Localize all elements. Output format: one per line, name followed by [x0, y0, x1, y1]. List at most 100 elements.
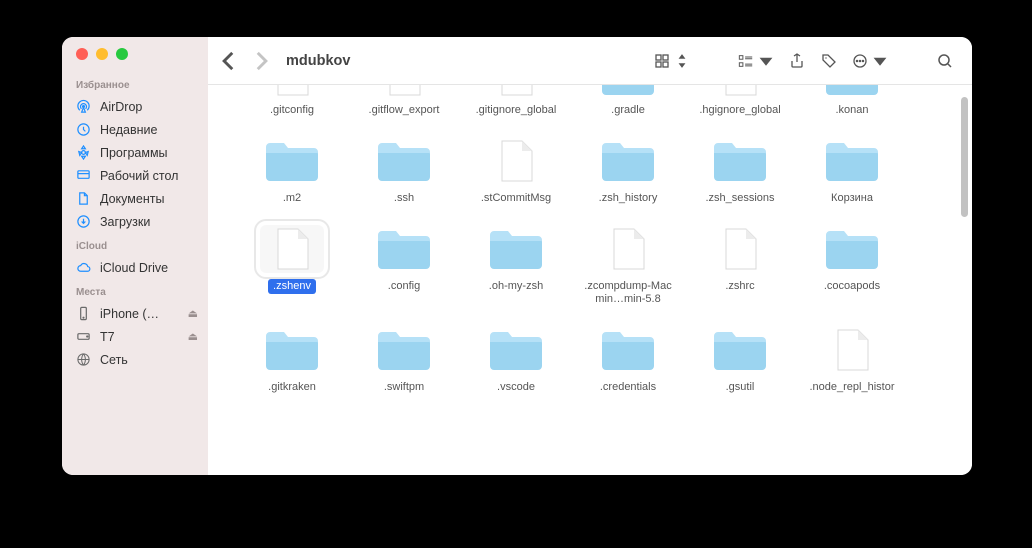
toolbar: mdubkov	[208, 37, 972, 85]
item-label: .konan	[830, 103, 873, 119]
minimize-button[interactable]	[96, 48, 108, 60]
file-item[interactable]: .zcompdump-Mac min…min-5.8	[572, 225, 684, 309]
sidebar-item-label: Рабочий стол	[100, 169, 198, 183]
back-button[interactable]	[216, 48, 242, 74]
file-grid: .gitconfig .gitflow_export .gitignore_glob…	[208, 85, 972, 406]
file-grid-container: .gitconfig .gitflow_export .gitignore_glob…	[208, 85, 972, 475]
sidebar-section-label: Избранное	[62, 72, 208, 95]
item-label: .gitflow_export	[364, 103, 445, 119]
tag-icon[interactable]	[816, 48, 842, 74]
sidebar-item-label: Программы	[100, 146, 198, 160]
eject-icon[interactable]: ⏏	[188, 330, 198, 343]
sidebar-item[interactable]: AirDrop	[62, 95, 208, 118]
item-label: .swiftpm	[379, 380, 429, 396]
file-item[interactable]: .zshrc	[684, 225, 796, 309]
window-controls	[62, 48, 208, 72]
file-item[interactable]: .stCommitMsg	[460, 137, 572, 207]
folder-item[interactable]: Корзина	[796, 137, 908, 207]
folder-icon	[260, 326, 324, 374]
fullscreen-button[interactable]	[116, 48, 128, 60]
folder-item[interactable]: .ssh	[348, 137, 460, 207]
scrollbar-thumb[interactable]	[961, 97, 968, 217]
search-icon[interactable]	[932, 48, 958, 74]
item-label: .gitignore_global	[471, 103, 562, 119]
folder-icon	[372, 326, 436, 374]
file-item[interactable]: .gitconfig	[236, 85, 348, 119]
item-label: .hgignore_global	[694, 103, 785, 119]
folder-item[interactable]: .oh-my-zsh	[460, 225, 572, 309]
documents-icon	[76, 191, 91, 206]
file-item[interactable]: .hgignore_global	[684, 85, 796, 119]
folder-item[interactable]: .konan	[796, 85, 908, 119]
group-icon[interactable]	[734, 48, 778, 74]
phone-icon	[76, 306, 91, 321]
finder-window: Избранное AirDrop Недавние Программы Рабочий…	[62, 37, 972, 475]
sidebar-item[interactable]: T7⏏	[62, 325, 208, 348]
sidebar-item[interactable]: Программы	[62, 141, 208, 164]
item-label: .credentials	[595, 380, 661, 396]
folder-icon	[596, 137, 660, 185]
folder-item[interactable]: .m2	[236, 137, 348, 207]
folder-item[interactable]: .credentials	[572, 326, 684, 396]
apps-icon	[76, 145, 91, 160]
file-icon	[820, 326, 884, 374]
item-label: Корзина	[826, 191, 878, 207]
cloud-icon	[76, 260, 91, 275]
sidebar-item[interactable]: Рабочий стол	[62, 164, 208, 187]
file-icon	[372, 85, 436, 97]
file-icon	[484, 85, 548, 97]
sidebar-item[interactable]: Документы	[62, 187, 208, 210]
item-label: .oh-my-zsh	[484, 279, 548, 295]
sidebar-item-label: Загрузки	[100, 215, 198, 229]
item-label: .gradle	[606, 103, 650, 119]
folder-item[interactable]: .gsutil	[684, 326, 796, 396]
sidebar-item[interactable]: Сеть	[62, 348, 208, 371]
folder-icon	[372, 137, 436, 185]
item-label: .stCommitMsg	[476, 191, 556, 207]
folder-icon	[484, 326, 548, 374]
folder-icon	[260, 137, 324, 185]
folder-icon	[708, 137, 772, 185]
folder-item[interactable]: .gitkraken	[236, 326, 348, 396]
eject-icon[interactable]: ⏏	[188, 307, 198, 320]
sidebar-item[interactable]: Недавние	[62, 118, 208, 141]
folder-icon	[820, 225, 884, 273]
globe-icon	[76, 352, 91, 367]
window-title: mdubkov	[286, 53, 350, 69]
scrollbar[interactable]	[960, 85, 968, 475]
folder-icon	[820, 137, 884, 185]
item-label: .ssh	[389, 191, 419, 207]
folder-item[interactable]: .vscode	[460, 326, 572, 396]
view-grid-icon[interactable]	[650, 48, 694, 74]
folder-item[interactable]: .zsh_history	[572, 137, 684, 207]
sidebar-item[interactable]: Загрузки	[62, 210, 208, 233]
item-label: .zsh_sessions	[700, 191, 779, 207]
file-item[interactable]: .gitflow_export	[348, 85, 460, 119]
item-label: .node_repl_histor	[804, 380, 899, 396]
sidebar-item[interactable]: iCloud Drive	[62, 256, 208, 279]
file-icon	[484, 137, 548, 185]
folder-item[interactable]: .config	[348, 225, 460, 309]
file-item[interactable]: .node_repl_histor	[796, 326, 908, 396]
folder-item[interactable]: .swiftpm	[348, 326, 460, 396]
file-item[interactable]: .zshenv	[236, 225, 348, 309]
folder-item[interactable]: .gradle	[572, 85, 684, 119]
file-icon	[260, 85, 324, 97]
item-label: .zsh_history	[594, 191, 663, 207]
item-label: .zcompdump-Mac min…min-5.8	[574, 279, 682, 309]
sidebar: Избранное AirDrop Недавние Программы Рабочий…	[62, 37, 208, 475]
file-icon	[260, 225, 324, 273]
share-icon[interactable]	[784, 48, 810, 74]
folder-icon	[708, 326, 772, 374]
forward-button[interactable]	[248, 48, 274, 74]
sidebar-item-label: iPhone (…	[100, 307, 179, 321]
folder-item[interactable]: .zsh_sessions	[684, 137, 796, 207]
item-label: .m2	[278, 191, 306, 207]
close-button[interactable]	[76, 48, 88, 60]
file-item[interactable]: .gitignore_global	[460, 85, 572, 119]
more-icon[interactable]	[848, 48, 892, 74]
clock-icon	[76, 122, 91, 137]
sidebar-item-label: AirDrop	[100, 100, 198, 114]
folder-item[interactable]: .cocoapods	[796, 225, 908, 309]
sidebar-item[interactable]: iPhone (… ⏏	[62, 302, 208, 325]
